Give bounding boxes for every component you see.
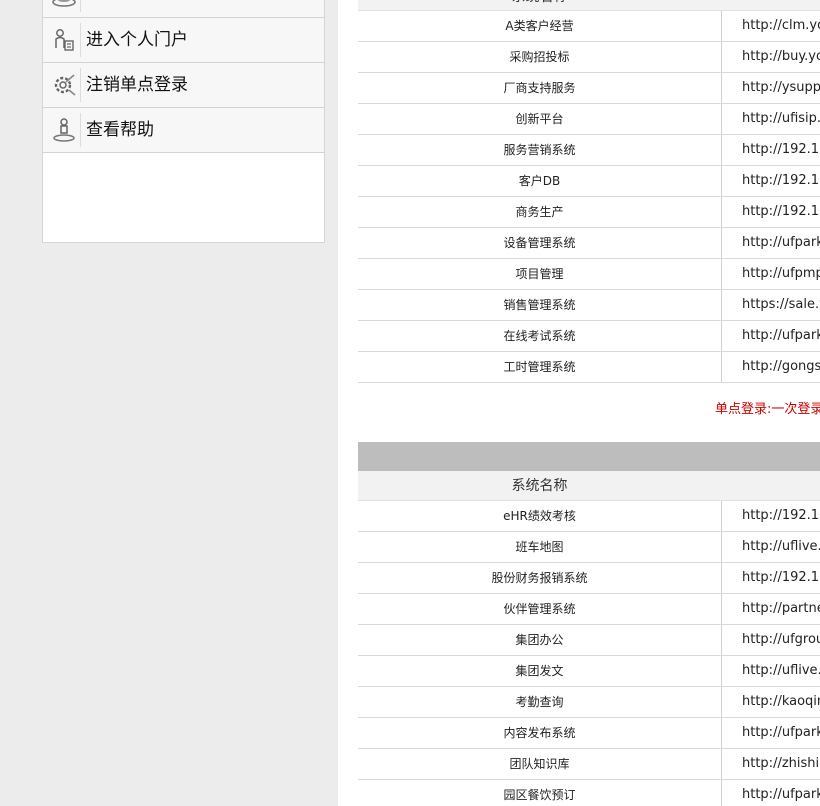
- table-row: 集团办公 http://ufgroup: [358, 625, 820, 656]
- system-name-cell: 商务生产: [515, 205, 564, 219]
- system-url-link[interactable]: http://192.168: [721, 197, 820, 227]
- system-url-link[interactable]: http://clm.yo: [721, 11, 820, 41]
- sidebar-item-label: 查看帮助: [86, 120, 154, 140]
- system-name-cell: 股份财务报销系统: [491, 571, 588, 585]
- system-name-cell: eHR绩效考核: [503, 509, 576, 523]
- table-row: 客户DB http://192.168: [358, 166, 820, 197]
- system-name-cell: 项目管理: [515, 267, 564, 281]
- table-row: 股份财务报销系统 http://192.168: [358, 563, 820, 594]
- table-row: 伙伴管理系统 http://partner: [358, 594, 820, 625]
- table-row: 在线考试系统 http://ufpark:: [358, 321, 820, 352]
- system-name-cell: 班车地图: [515, 540, 564, 554]
- system-url-link[interactable]: http://192.168: [721, 563, 820, 593]
- table-row: 项目管理 http://ufpmp.: [358, 259, 820, 290]
- system-url-link[interactable]: http://ufpark:: [721, 780, 820, 806]
- system-name-cell: 客户DB: [518, 174, 561, 188]
- system-url-link[interactable]: http://ufpark:: [721, 718, 820, 748]
- system-name-cell: 采购招投标: [509, 50, 570, 64]
- system-url-link[interactable]: http://192.168: [721, 135, 820, 165]
- system-url-link[interactable]: http://uflive.y: [721, 532, 820, 562]
- system-name-cell: 考勤查询: [515, 695, 564, 709]
- system-url-link[interactable]: http://ufpark:: [721, 228, 820, 258]
- cloud-icon: [47, 0, 81, 12]
- main-content: 系统名称 A类客户经营 http://clm.yo 采购招投标 http://buy.…: [338, 0, 820, 806]
- system-url-link[interactable]: https://sale.yo: [721, 290, 820, 320]
- column-header-system-name: 系统名称: [358, 0, 721, 11]
- table-body: A类客户经营 http://clm.yo 采购招投标 http://buy.yo 厂商支…: [358, 11, 820, 383]
- system-name-cell: 创新平台: [515, 112, 564, 126]
- sidebar-item-help[interactable]: 查看帮助: [43, 108, 324, 153]
- table-row: 考勤查询 http://kaoqin: [358, 687, 820, 718]
- gear-icon: [47, 68, 81, 102]
- system-table-1: 系统名称 A类客户经营 http://clm.yo 采购招投标 http://buy.…: [358, 0, 820, 383]
- system-name-cell: 园区餐饮预订: [503, 788, 576, 802]
- system-name-cell: 销售管理系统: [503, 298, 576, 312]
- table-row: 内容发布系统 http://ufpark:: [358, 718, 820, 749]
- table-header: 系统名称: [358, 471, 820, 501]
- system-url-link[interactable]: http://kaoqin: [721, 687, 820, 717]
- system-name-cell: 工时管理系统: [503, 360, 576, 374]
- table-row: 园区餐饮预订 http://ufpark:: [358, 780, 820, 806]
- table-row: 销售管理系统 https://sale.yo: [358, 290, 820, 321]
- system-url-link[interactable]: http://zhishi.y: [721, 749, 820, 779]
- table-row: A类客户经营 http://clm.yo: [358, 11, 820, 42]
- system-name-cell: 在线考试系统: [503, 329, 576, 343]
- system-url-link[interactable]: http://ufisip.y: [721, 104, 820, 134]
- table-row: 工时管理系统 http://gongsh: [358, 352, 820, 383]
- system-table-2: 系统名称 eHR绩效考核 http://192.168 班车地图 http://ufl…: [358, 471, 820, 806]
- system-url-link[interactable]: http://gongsh: [721, 352, 820, 382]
- system-name-cell: 厂商支持服务: [503, 81, 576, 95]
- sidebar-item-label: 注销单点登录: [86, 75, 188, 95]
- system-name-cell: 集团办公: [515, 633, 564, 647]
- table-row: 采购招投标 http://buy.yo: [358, 42, 820, 73]
- system-url-link[interactable]: http://ysuppo: [721, 73, 820, 103]
- table-row: 集团发文 http://uflive.y: [358, 656, 820, 687]
- table-row: 厂商支持服务 http://ysuppo: [358, 73, 820, 104]
- system-url-link[interactable]: http://ufgroup: [721, 625, 820, 655]
- table-row: 服务营销系统 http://192.168: [358, 135, 820, 166]
- system-name-cell: 集团发文: [515, 664, 564, 678]
- system-url-link[interactable]: http://ufpark:: [721, 321, 820, 351]
- system-url-link[interactable]: http://partner: [721, 594, 820, 624]
- system-url-link[interactable]: http://ufpmp.: [721, 259, 820, 289]
- table-row: 创新平台 http://ufisip.y: [358, 104, 820, 135]
- portal-icon: [47, 23, 81, 57]
- system-url-link[interactable]: http://192.168: [721, 166, 820, 196]
- system-url-link[interactable]: http://192.168: [721, 501, 820, 531]
- system-url-link[interactable]: http://buy.yo: [721, 42, 820, 72]
- table-row: 班车地图 http://uflive.y: [358, 532, 820, 563]
- table-row: 设备管理系统 http://ufpark:: [358, 228, 820, 259]
- sidebar-item-label: 进入个人门户: [86, 30, 188, 50]
- sidebar-item-personal-portal[interactable]: 进入个人门户: [43, 18, 324, 63]
- sso-note: 单点登录:一次登录: [715, 402, 820, 417]
- system-name-cell: A类客户经营: [505, 19, 574, 33]
- system-name-cell: 设备管理系统: [503, 236, 576, 250]
- table-row: eHR绩效考核 http://192.168: [358, 501, 820, 532]
- sidebar-menu: 进入个人门户 注销单点登录 查看帮助: [42, 0, 325, 243]
- sidebar-item-partial[interactable]: [43, 0, 324, 18]
- system-name-cell: 伙伴管理系统: [503, 602, 576, 616]
- system-url-link[interactable]: http://uflive.y: [721, 656, 820, 686]
- column-header-system-name: 系统名称: [511, 478, 568, 494]
- sidebar-item-logout-sso[interactable]: 注销单点登录: [43, 63, 324, 108]
- table-body: eHR绩效考核 http://192.168 班车地图 http://uflive.y…: [358, 501, 820, 806]
- system-name-cell: 团队知识库: [509, 757, 570, 771]
- table-row: 商务生产 http://192.168: [358, 197, 820, 228]
- table-2-title-bar: [358, 442, 820, 471]
- system-name-cell: 内容发布系统: [503, 726, 576, 740]
- system-name-cell: 服务营销系统: [503, 143, 576, 157]
- table-header: 系统名称: [358, 0, 820, 11]
- table-row: 团队知识库 http://zhishi.y: [358, 749, 820, 780]
- help-person-icon: [47, 113, 81, 147]
